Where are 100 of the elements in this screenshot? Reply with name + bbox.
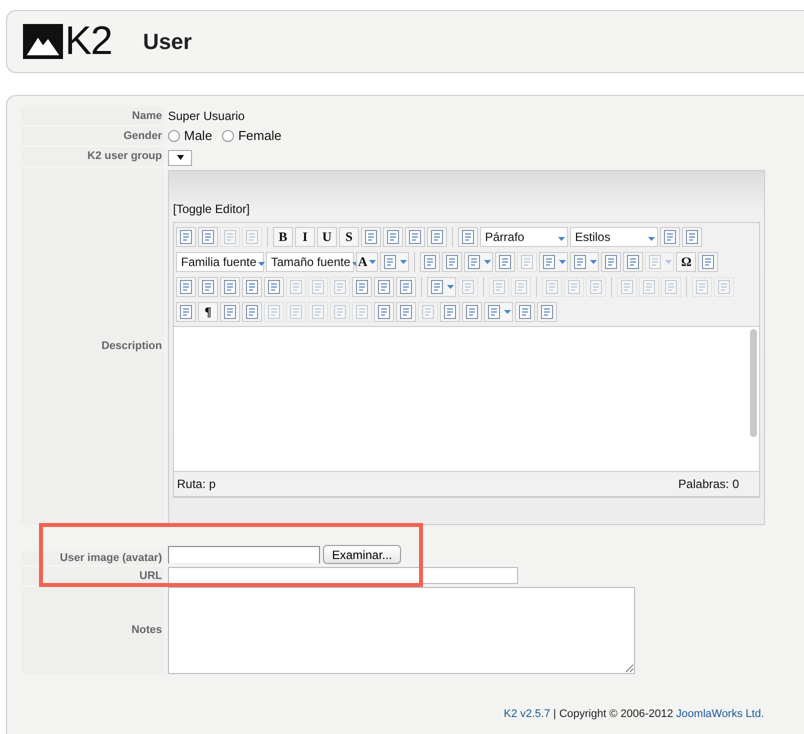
toolbar-button[interactable] bbox=[458, 227, 478, 247]
document-icon bbox=[178, 229, 194, 245]
toolbar-button[interactable] bbox=[176, 277, 196, 297]
document-icon bbox=[398, 304, 414, 320]
document-icon bbox=[288, 279, 304, 295]
toolbar-button[interactable] bbox=[515, 302, 535, 322]
scrollbar[interactable] bbox=[750, 328, 757, 436]
toolbar-button[interactable] bbox=[427, 227, 447, 247]
document-icon bbox=[460, 229, 476, 245]
document-icon bbox=[544, 279, 560, 295]
toolbar-button[interactable] bbox=[176, 227, 196, 247]
gender-radio[interactable]: Male bbox=[168, 127, 212, 145]
document-icon bbox=[539, 304, 555, 320]
document-icon bbox=[513, 279, 529, 295]
document-icon bbox=[363, 229, 379, 245]
document-icon bbox=[517, 304, 533, 320]
toolbar-dropdown[interactable]: Familia fuente bbox=[176, 252, 264, 272]
toolbar-button[interactable] bbox=[442, 252, 462, 272]
toolbar-dropdown[interactable]: Tamaño fuente bbox=[266, 252, 354, 272]
browse-button[interactable]: Examinar... bbox=[323, 545, 402, 564]
document-icon bbox=[662, 229, 678, 245]
footer-text: K2 v2.5.7 | Copyright © 2006-2012 JoomlaWorks Ltd. bbox=[504, 708, 764, 720]
toolbar-button[interactable] bbox=[242, 302, 262, 322]
document-icon bbox=[222, 279, 238, 295]
file-input[interactable] bbox=[168, 546, 320, 564]
toolbar-button[interactable] bbox=[380, 252, 410, 272]
toolbar-button[interactable]: B bbox=[273, 227, 293, 247]
toolbar-button[interactable] bbox=[570, 252, 600, 272]
toolbar-button[interactable] bbox=[623, 252, 644, 272]
document-icon bbox=[519, 254, 536, 270]
toolbar-button[interactable]: Ω bbox=[676, 252, 696, 272]
document-icon bbox=[491, 279, 507, 295]
toolbar-button[interactable] bbox=[539, 252, 568, 272]
field-label: K2 user group bbox=[21, 147, 164, 166]
toolbar-button[interactable] bbox=[484, 302, 513, 322]
document-icon bbox=[429, 279, 445, 295]
toolbar-button[interactable] bbox=[495, 252, 516, 272]
caret-icon bbox=[590, 260, 598, 264]
toolbar-button[interactable] bbox=[464, 252, 494, 272]
toolbar-button[interactable] bbox=[462, 302, 482, 322]
document-icon bbox=[310, 304, 326, 320]
url-field[interactable] bbox=[168, 566, 518, 584]
document-icon bbox=[647, 254, 664, 270]
document-icon bbox=[354, 279, 370, 295]
document-icon bbox=[603, 254, 620, 270]
toolbar-button[interactable] bbox=[383, 227, 403, 247]
toolbar-button[interactable] bbox=[440, 302, 460, 322]
document-icon bbox=[716, 279, 732, 295]
toolbar-button[interactable]: A bbox=[356, 252, 378, 272]
toolbar-button[interactable] bbox=[420, 252, 440, 272]
document-icon bbox=[694, 279, 710, 295]
notes-field[interactable] bbox=[168, 586, 635, 674]
gender-radio[interactable]: Female bbox=[222, 127, 282, 145]
logo-text: K2 bbox=[65, 19, 112, 64]
toolbar-button[interactable] bbox=[198, 227, 218, 247]
toggle-editor-link[interactable]: [Toggle Editor] bbox=[173, 202, 250, 216]
toolbar-button[interactable] bbox=[698, 252, 718, 272]
toolbar-button[interactable] bbox=[352, 277, 372, 297]
toolbar-button[interactable] bbox=[396, 277, 416, 297]
toolbar-button[interactable]: ¶ bbox=[198, 302, 218, 322]
toolbar-button[interactable]: I bbox=[295, 227, 315, 247]
path-text: Ruta: p bbox=[177, 476, 216, 492]
toolbar-button[interactable] bbox=[176, 302, 196, 322]
toolbar-button[interactable] bbox=[601, 252, 622, 272]
toolbar-button[interactable] bbox=[405, 227, 425, 247]
name-value: Super Usuario bbox=[168, 108, 246, 125]
toolbar-button[interactable] bbox=[198, 277, 218, 297]
toolbar-button[interactable] bbox=[660, 227, 680, 247]
document-icon bbox=[310, 279, 326, 295]
document-icon bbox=[398, 279, 414, 295]
document-icon bbox=[376, 279, 392, 295]
toolbar-dropdown[interactable]: Párrafo bbox=[480, 227, 568, 247]
toolbar-button[interactable] bbox=[396, 302, 416, 322]
toolbar-button[interactable] bbox=[220, 302, 240, 322]
toolbar-dropdown[interactable]: Estilos bbox=[570, 227, 658, 247]
caret-icon bbox=[258, 262, 266, 266]
caret-icon bbox=[400, 260, 408, 264]
toolbar-button[interactable] bbox=[427, 277, 456, 297]
document-icon bbox=[422, 254, 438, 270]
document-icon bbox=[332, 279, 348, 295]
toolbar-button[interactable] bbox=[220, 277, 240, 297]
mountain-logo-icon bbox=[23, 24, 63, 59]
document-icon bbox=[244, 279, 260, 295]
toolbar-button[interactable] bbox=[374, 302, 394, 322]
group-dropdown[interactable] bbox=[168, 150, 192, 166]
toolbar-button[interactable] bbox=[374, 277, 394, 297]
toolbar-button[interactable]: U bbox=[317, 227, 337, 247]
field-label: Gender bbox=[21, 127, 164, 145]
document-icon bbox=[497, 254, 514, 270]
toolbar-button[interactable] bbox=[264, 277, 284, 297]
toolbar-button[interactable] bbox=[682, 227, 702, 247]
document-icon bbox=[464, 304, 480, 320]
document-icon bbox=[222, 304, 238, 320]
toolbar-button[interactable]: S bbox=[339, 227, 359, 247]
toolbar-button[interactable] bbox=[361, 227, 381, 247]
toolbar-button[interactable] bbox=[537, 302, 557, 322]
document-icon bbox=[700, 254, 716, 270]
field-label: Name bbox=[21, 107, 164, 125]
document-icon bbox=[178, 304, 194, 320]
toolbar-button[interactable] bbox=[242, 277, 262, 297]
